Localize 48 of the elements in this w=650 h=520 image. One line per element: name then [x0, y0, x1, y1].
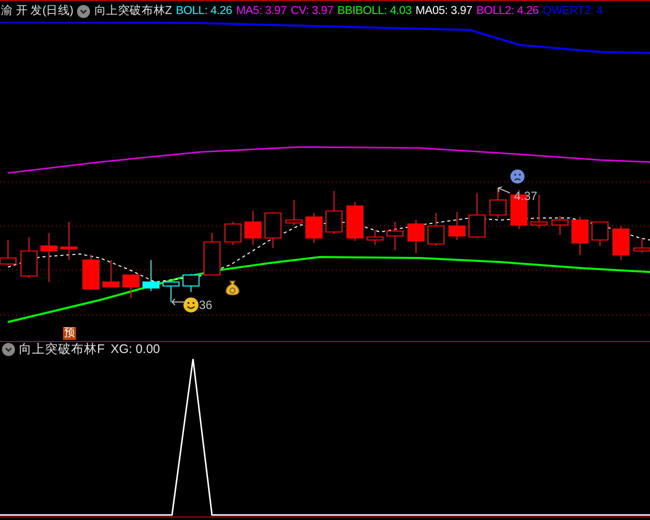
leader-arrow [172, 298, 184, 306]
candlestick [326, 190, 342, 234]
candlestick [204, 232, 220, 276]
indicator-reading: BOLL: 4.26 [176, 4, 232, 19]
candlestick [122, 274, 140, 298]
candlestick [82, 254, 100, 290]
sad-face-icon [510, 169, 525, 184]
candlestick [102, 260, 120, 288]
candlestick [428, 212, 444, 246]
low-price-label: 36 [199, 297, 212, 314]
stock-title: 渝 开 发(日线) [1, 4, 74, 19]
candlestick [386, 222, 404, 250]
indicator-name: 向上突破布林F [19, 341, 105, 358]
candlestick [264, 212, 282, 248]
candlestick [40, 232, 58, 282]
candlestick [572, 216, 588, 256]
collapse-icon[interactable] [2, 343, 15, 356]
candlestick [552, 216, 568, 236]
candlestick [244, 210, 262, 246]
candlestick [366, 230, 384, 246]
indicator-reading: CV: 3.97 [290, 4, 334, 19]
candlestick [612, 226, 630, 260]
candlestick [162, 282, 180, 302]
leader-arrow [498, 186, 510, 194]
candlestick [60, 222, 78, 260]
indicator-reading: QWERT2: 4 [542, 4, 603, 19]
indicator-reading: XG: 0.00 [110, 341, 160, 358]
candlestick [224, 222, 242, 246]
money-bag-icon [225, 280, 240, 296]
candlestick [408, 220, 424, 254]
candlestick [592, 222, 608, 246]
candlestick [142, 260, 160, 292]
indicator-reading: MA5: 3.97 [236, 4, 287, 19]
indicator-reading: MA05: 3.97 [416, 4, 472, 19]
candlestick [448, 212, 466, 240]
indicator-reading: BBIBOLL: 4.03 [337, 4, 412, 19]
smiley-icon [183, 297, 199, 313]
candlestick [182, 274, 200, 292]
indicator-reading: BOLL2: 4.26 [476, 4, 539, 19]
candlestick [468, 192, 486, 238]
forecast-badge: 预 [63, 327, 76, 340]
candlestick [20, 236, 38, 278]
indicator-name: 向上突破布林Z [94, 3, 172, 19]
candlestick [490, 188, 506, 218]
candlestick [286, 200, 302, 226]
candlestick [306, 212, 322, 244]
collapse-icon[interactable] [77, 5, 90, 18]
candlestick [346, 202, 364, 242]
